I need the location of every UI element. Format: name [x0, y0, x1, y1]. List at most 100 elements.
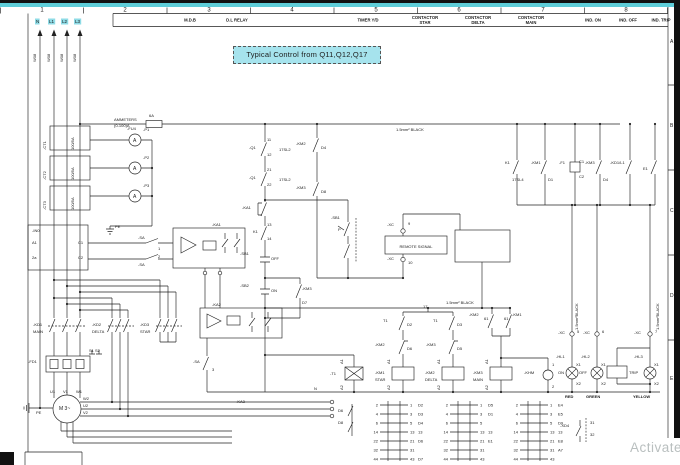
terminal-pin: 5	[550, 421, 553, 426]
frame-row-letter: A	[670, 39, 674, 45]
diagram-label: TRIP	[629, 370, 638, 375]
diagram-label: 17	[423, 304, 428, 309]
diagram-label: 1.5mm²BLACK	[655, 303, 660, 330]
diagram-label: A	[133, 194, 137, 200]
diagram-label: STAR	[375, 377, 385, 382]
diagram-label: AMMETERS	[114, 117, 137, 122]
diagram-label: -P3	[143, 183, 150, 188]
diagram-label: D1	[548, 177, 554, 182]
diagram-label: DELTA	[92, 329, 105, 334]
diagram-label: W08	[46, 53, 51, 62]
diagram-label: A1	[32, 240, 38, 245]
diagram-label: N	[36, 19, 39, 24]
terminal-pin: 3	[550, 412, 553, 417]
diagram-label: D8	[321, 189, 327, 194]
diagram-label: A1	[386, 358, 391, 364]
ruler-column: 4	[290, 8, 294, 14]
diagram-label: 14	[267, 236, 272, 241]
diagram-label: A	[133, 166, 137, 172]
diagram-label: -XC	[583, 330, 590, 335]
ruler-column: 5	[374, 8, 378, 14]
ruler-column: 1	[40, 8, 44, 14]
terminal-pin: 13	[480, 430, 485, 435]
diagram-label: -HL1	[556, 354, 565, 359]
diagram-label: 1.5mm² BLACK	[396, 127, 424, 132]
terminal-ref: D3	[418, 412, 424, 417]
diagram-label: PE	[36, 410, 42, 415]
diagram-label: ON	[558, 370, 564, 375]
terminal-ref: D7	[418, 457, 424, 462]
diagram-label: -Q1	[249, 145, 256, 150]
terminal-pin: 13	[550, 430, 555, 435]
terminal-ref: E5	[558, 412, 564, 417]
diagram-label: 1.5mm² BLACK	[446, 300, 474, 305]
terminal-pin: 1	[410, 403, 413, 408]
diagram-label: -KD3	[140, 322, 150, 327]
terminal-pin: 22	[374, 439, 379, 444]
terminal-ref: 13	[558, 430, 563, 435]
terminal-ref: D5	[488, 403, 494, 408]
diagram-label: -KM2	[425, 370, 435, 375]
diagram-label: OFF	[579, 370, 588, 375]
terminal-ref: D1	[488, 412, 494, 417]
terminal-ref: A7	[558, 448, 564, 453]
diagram-label: -KA2	[212, 302, 222, 307]
diagram-label: -SB1	[240, 251, 250, 256]
terminal-pin: 21	[410, 439, 415, 444]
diagram-label: REMOTE SIGNAL	[400, 244, 434, 249]
diagram-label: L3	[75, 19, 81, 24]
diagram-label: 100/5A	[70, 197, 75, 210]
terminal-ref: E1	[488, 439, 494, 444]
diagram-label: T1	[383, 318, 388, 323]
frame-row-letter: E	[670, 376, 674, 382]
diagram-label: -XC	[387, 256, 394, 261]
header-section: TIMER Y/D	[357, 18, 378, 23]
diagram-label: 1	[552, 362, 555, 367]
terminal-pin: 6	[446, 421, 449, 426]
diagram-label: K1	[253, 229, 259, 234]
terminal-pin: 1	[480, 403, 483, 408]
terminal-pin: 4	[446, 412, 449, 417]
watermark: Activate	[630, 440, 680, 455]
diagram-label: D4	[603, 177, 609, 182]
header-section: DELTA	[471, 20, 484, 25]
diagram-label: -XC	[634, 330, 641, 335]
diagram-label: 100/5A	[70, 167, 75, 180]
terminal-pin: 14	[374, 430, 379, 435]
diagram-label: -SA	[138, 235, 145, 240]
terminal-pin: 3	[480, 412, 483, 417]
diagram-label: T1	[433, 318, 438, 323]
terminal-pin: 6	[376, 421, 379, 426]
header-section: M.D.B	[184, 18, 196, 23]
diagram-label: D7	[302, 300, 308, 305]
diagram-label: 61	[484, 316, 489, 321]
diagram-label: MAIN	[33, 329, 43, 334]
diagram-label: -KHM	[524, 370, 534, 375]
diagram-label: -CT2	[42, 170, 47, 180]
diagram-label: -KD1	[33, 322, 43, 327]
diagram-label: 61	[504, 316, 509, 321]
diagram-labels: N L1 L2 L3 W08 W08 W08 W08 -CT1 -CT2 -CT3 100/5A 100…	[28, 8, 674, 462]
diagram-label: L2	[62, 19, 68, 24]
wires-and-symbols	[23, 29, 660, 465]
diagram-label: -XC	[387, 222, 394, 227]
diagram-label: D2	[407, 322, 413, 327]
diagram-label: MAIN	[473, 377, 483, 382]
diagram-label: -T1	[330, 371, 337, 376]
diagram-label: 6	[602, 329, 605, 334]
diagram-label: D3	[457, 322, 463, 327]
diagram-label: 11	[267, 137, 272, 142]
diagram-label: 10	[408, 260, 413, 265]
diagram-label: 13	[267, 222, 272, 227]
diagram-label: C1	[579, 159, 585, 164]
diagram-label: V2	[83, 410, 89, 415]
ruler-column: 7	[541, 8, 545, 14]
terminal-pin: 32	[374, 448, 379, 453]
ruler-column: 6	[457, 8, 461, 14]
diagram-label: 21	[267, 167, 272, 172]
diagram-label: X1	[576, 362, 582, 367]
diagram-label: A1	[339, 358, 344, 364]
diagram-label: -KM1	[531, 160, 541, 165]
diagram-label: 2	[158, 254, 161, 259]
diagram-label: -SA	[193, 359, 200, 364]
